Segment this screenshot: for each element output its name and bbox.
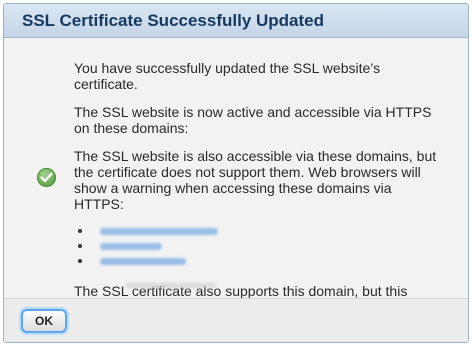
list-item[interactable] — [78, 224, 444, 239]
active-domains-message: The SSL website is now active and access… — [74, 104, 432, 136]
ok-button[interactable]: OK — [21, 309, 67, 333]
unsupported-domain-list — [74, 224, 444, 269]
dialog-footer: OK — [4, 298, 468, 342]
dialog-titlebar: SSL Certificate Successfully Updated — [4, 4, 468, 38]
dialog-title: SSL Certificate Successfully Updated — [22, 10, 325, 30]
redacted-domain-text — [126, 283, 216, 288]
ssl-update-dialog: SSL Certificate Successfully Updated You… — [3, 3, 469, 343]
list-item[interactable] — [78, 254, 444, 269]
dialog-content: You have successfully updated the SSL we… — [4, 38, 468, 331]
redacted-domain-link[interactable] — [100, 258, 186, 265]
success-message: You have successfully updated the SSL we… — [74, 60, 381, 92]
checkmark-success-icon — [37, 168, 56, 187]
unsupported-domains-message: The SSL website is also accessible via t… — [74, 148, 437, 212]
redacted-domain-link[interactable] — [100, 228, 218, 235]
redacted-domain-link[interactable] — [100, 243, 162, 250]
list-item[interactable] — [78, 239, 444, 254]
